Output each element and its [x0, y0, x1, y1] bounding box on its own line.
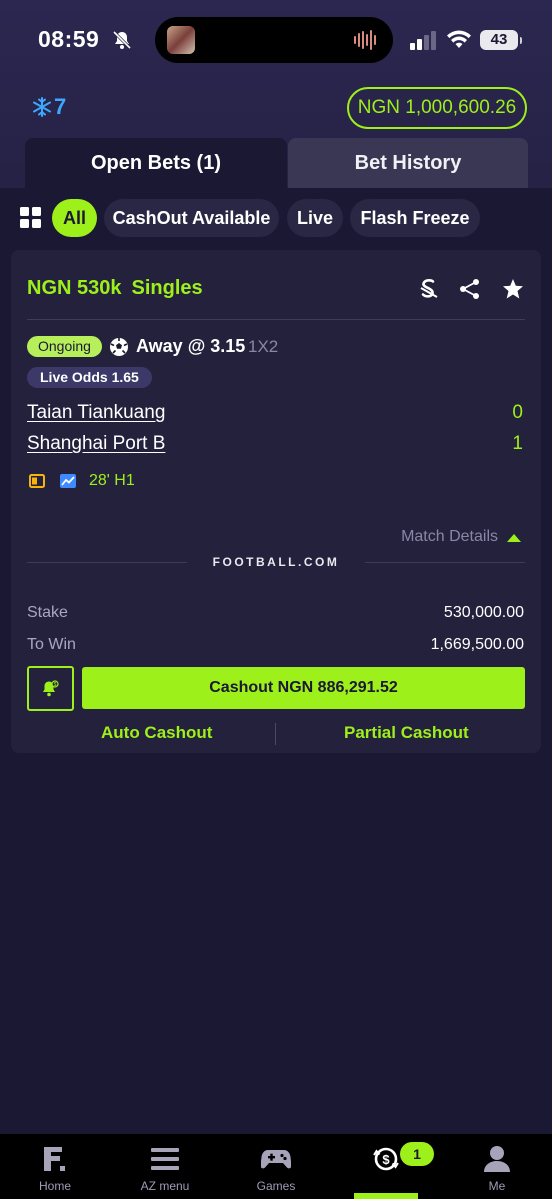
app-thumbnail-icon: [167, 26, 195, 54]
open-bets-badge: 1: [400, 1142, 434, 1166]
nav-label-az-menu: AZ menu: [140, 1179, 190, 1193]
provider-logo: FOOTBALL.COM: [212, 555, 340, 569]
match-tracker-icon[interactable]: [60, 474, 76, 488]
bell-alert-icon: $: [43, 680, 59, 697]
bet-amount: NGN 530k: [27, 277, 122, 299]
menu-icon: [151, 1148, 179, 1170]
bet-card-title: NGN 530k Singles: [27, 277, 203, 300]
snowflake-icon: [33, 97, 51, 117]
battery-indicator: 43: [480, 30, 522, 50]
logo-divider-right: [365, 562, 525, 563]
cellular-signal-icon: [410, 31, 436, 50]
stake-value: 530,000.00: [443, 604, 524, 621]
bottom-nav: Home AZ menu Games $ 1 Me: [0, 1134, 552, 1199]
freeze-count: 7: [54, 94, 67, 119]
partial-cashout-link[interactable]: Partial Cashout: [344, 723, 469, 743]
tab-open-bets[interactable]: Open Bets (1): [25, 138, 287, 188]
flash-freeze-counter[interactable]: 7: [32, 94, 66, 120]
link-separator: [275, 723, 276, 745]
filter-chip-all[interactable]: All: [52, 199, 97, 237]
home-logo-icon: [44, 1147, 65, 1171]
audio-wave-icon: [354, 30, 376, 50]
away-score: 1: [512, 433, 523, 454]
to-win-label: To Win: [27, 636, 76, 653]
filter-chip-flash-freeze[interactable]: Flash Freeze: [350, 199, 480, 237]
live-odds-badge: Live Odds 1.65: [27, 367, 152, 388]
nav-item-az-menu[interactable]: AZ menu: [110, 1134, 220, 1199]
cashout-button[interactable]: Cashout NGN 886,291.52: [82, 667, 525, 709]
star-icon[interactable]: [502, 278, 524, 300]
nav-label-games: Games: [256, 1179, 296, 1193]
status-badge: Ongoing: [27, 336, 102, 357]
home-team-link[interactable]: Taian Tiankuang: [27, 402, 165, 424]
filter-chip-cashout-available[interactable]: CashOut Available: [104, 199, 279, 237]
dynamic-island: [155, 17, 393, 63]
to-win-value: 1,669,500.00: [430, 636, 524, 653]
nav-item-home[interactable]: Home: [0, 1134, 110, 1199]
svg-text:$: $: [382, 1152, 390, 1167]
soccer-ball-icon: [110, 338, 128, 356]
card-header-divider: [27, 319, 525, 320]
nav-label-me: Me: [488, 1179, 506, 1193]
bet-market: 1X2: [248, 337, 279, 356]
status-bar: 08:59 43: [0, 0, 552, 80]
nav-item-me[interactable]: Me: [442, 1134, 552, 1199]
away-team-link[interactable]: Shanghai Port B: [27, 433, 165, 455]
user-icon: [484, 1146, 510, 1172]
tab-bet-history[interactable]: Bet History: [288, 138, 528, 188]
bet-type: Singles: [131, 277, 203, 299]
match-clock: 28' H1: [89, 472, 135, 489]
bet-selection: Away @ 3.15: [136, 336, 246, 356]
balance-pill[interactable]: NGN 1,000,600.26: [347, 87, 527, 129]
match-details-toggle[interactable]: Match Details: [401, 528, 498, 546]
logo-divider-left: [27, 562, 187, 563]
home-score: 0: [512, 402, 523, 423]
stake-label: Stake: [27, 604, 68, 621]
svg-text:$: $: [54, 682, 57, 688]
bell-off-icon: [112, 30, 132, 50]
cashout-alert-button[interactable]: $: [27, 666, 74, 711]
bet-card: NGN 530k Singles Ongoing Away @ 3.15 1X2 …: [11, 250, 541, 753]
sportybet-booking-icon[interactable]: [418, 278, 440, 300]
nav-label-home: Home: [38, 1179, 71, 1193]
filter-chip-live[interactable]: Live: [287, 199, 343, 237]
nav-item-games[interactable]: Games: [221, 1134, 331, 1199]
live-stream-icon[interactable]: [29, 474, 45, 488]
gamepad-icon: [261, 1150, 291, 1169]
share-icon[interactable]: [459, 278, 481, 300]
wifi-icon: [447, 30, 471, 48]
chevron-up-icon[interactable]: [507, 534, 521, 542]
nav-active-indicator: [354, 1193, 418, 1199]
open-bets-icon: $: [373, 1147, 399, 1171]
status-time: 08:59: [38, 26, 100, 52]
grid-view-icon[interactable]: [20, 207, 42, 229]
auto-cashout-link[interactable]: Auto Cashout: [101, 723, 212, 743]
